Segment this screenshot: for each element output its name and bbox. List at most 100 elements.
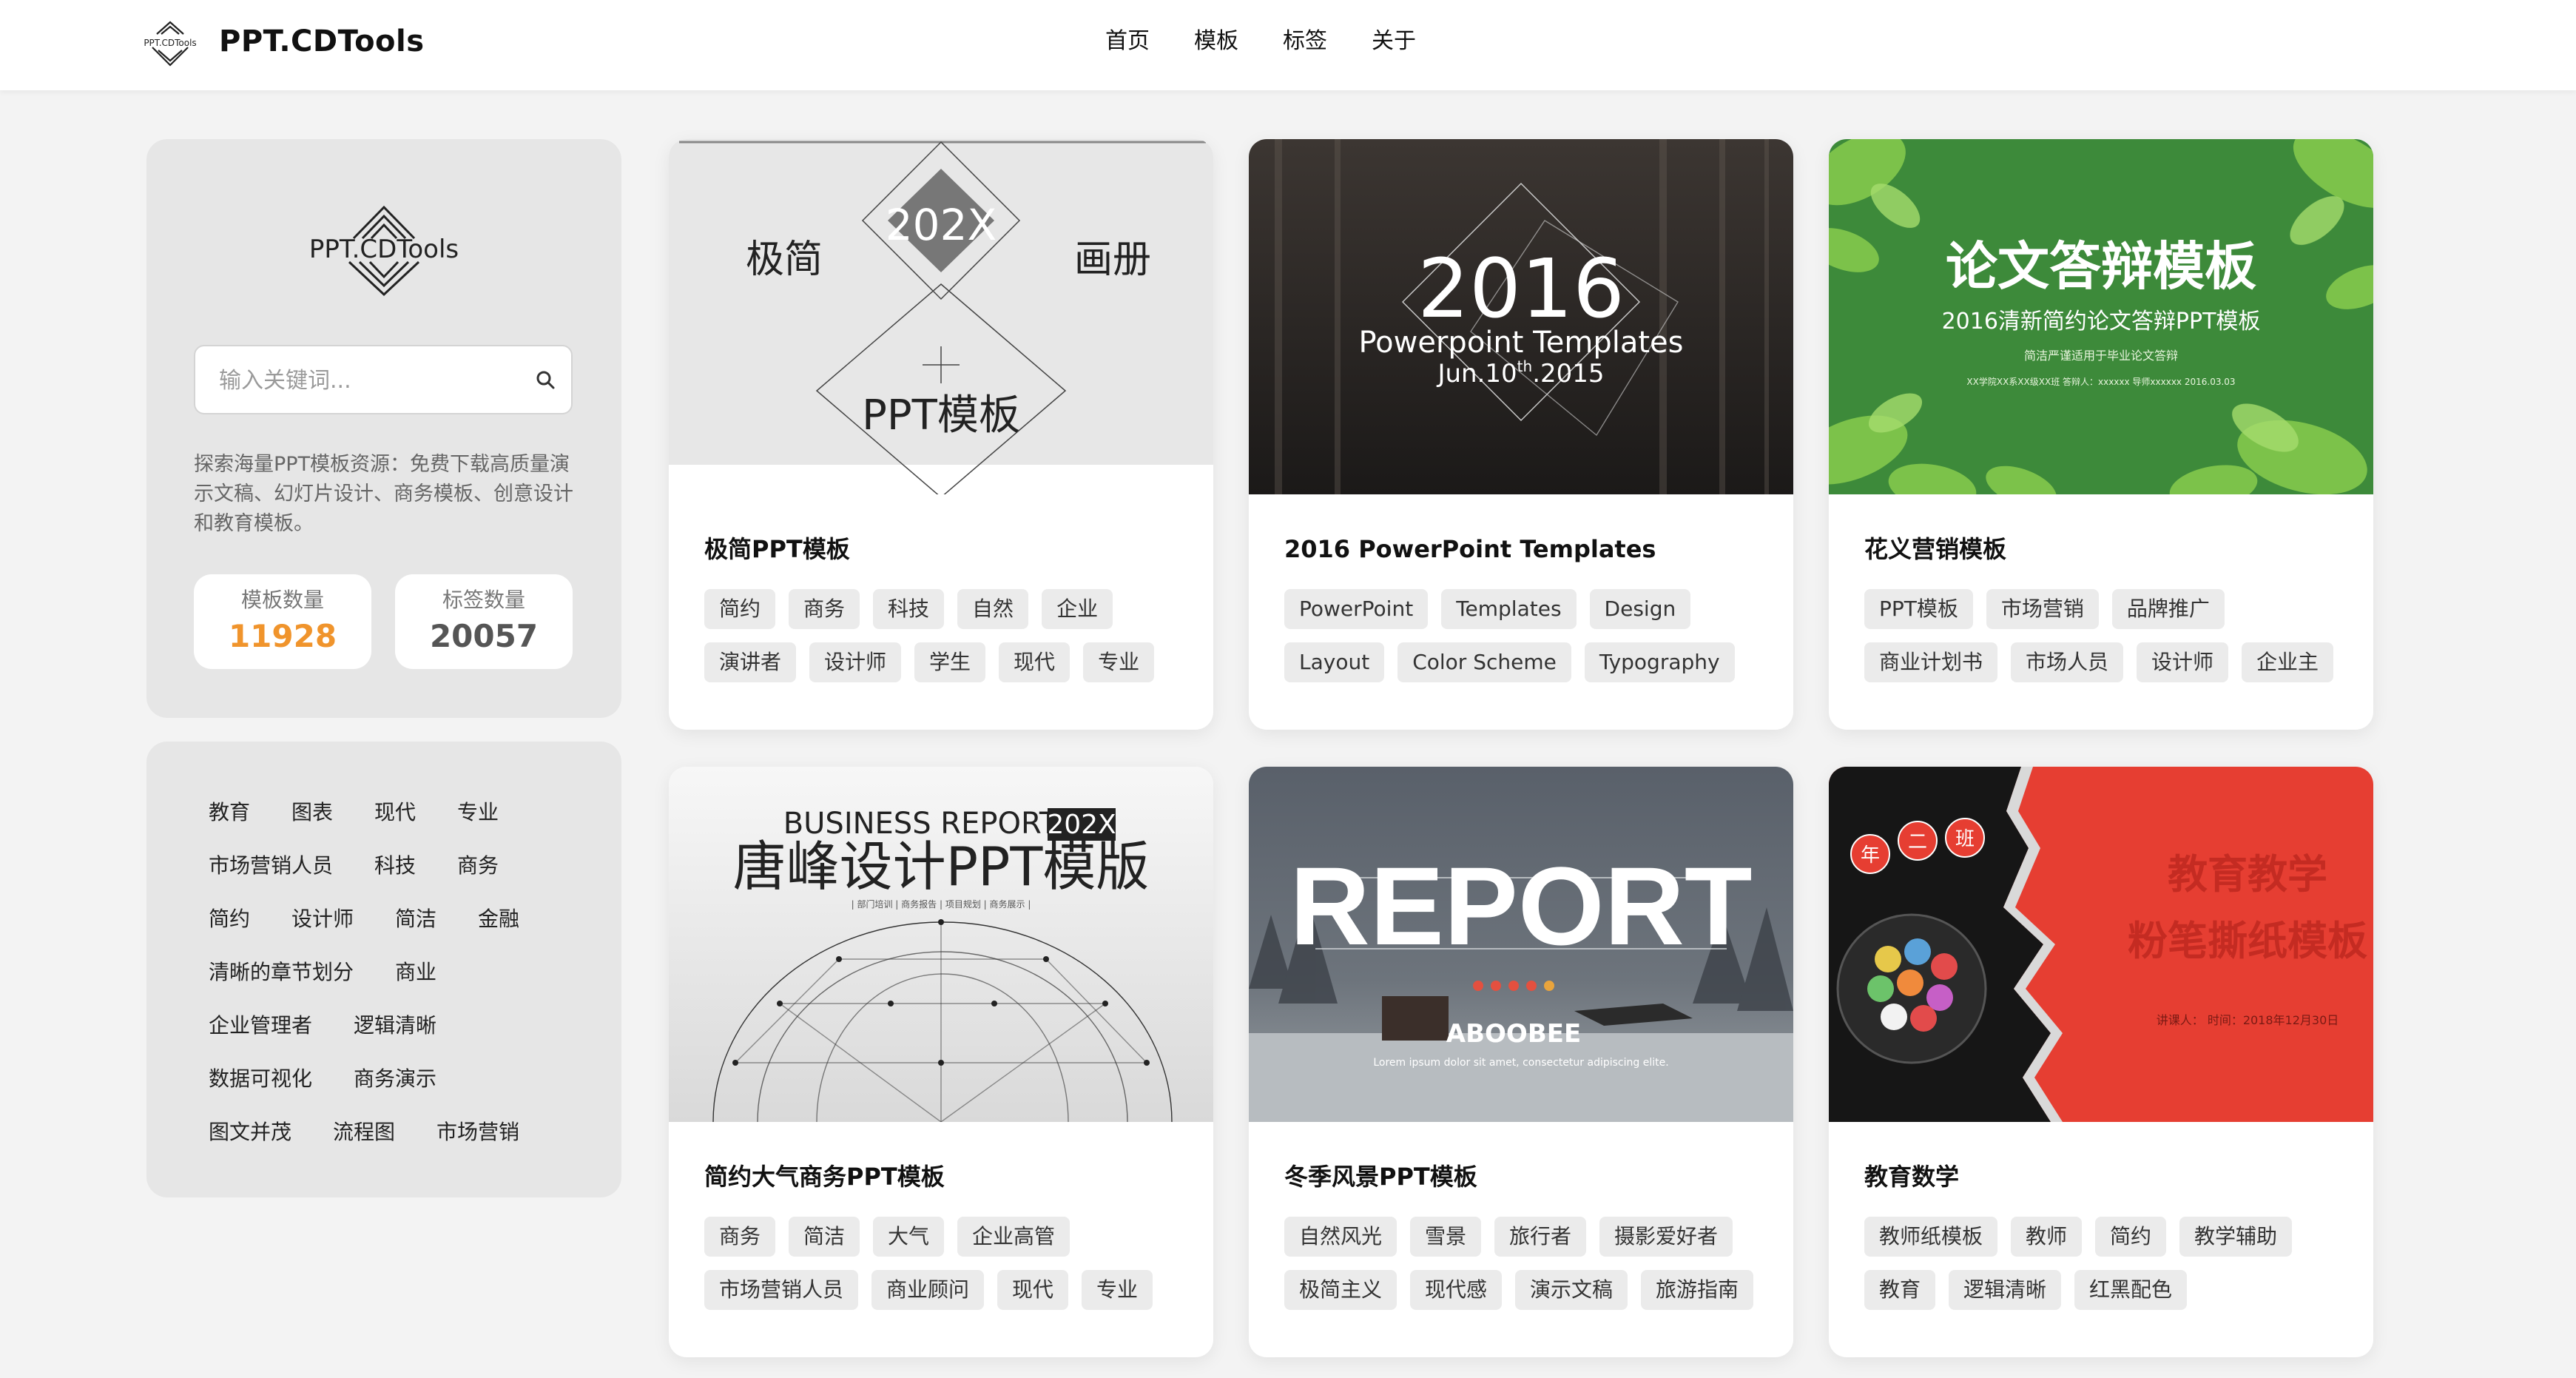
tag-pill[interactable]: 旅行者 bbox=[1494, 1217, 1587, 1257]
tag-pill[interactable]: 教学辅助 bbox=[2179, 1217, 2293, 1257]
tag-pill[interactable]: 市场人员 bbox=[2011, 642, 2124, 682]
nav-templates[interactable]: 模板 bbox=[1194, 25, 1238, 58]
tag-pill[interactable]: 摄影爱好者 bbox=[1599, 1217, 1733, 1257]
tag-pill[interactable]: 专业 bbox=[1082, 1270, 1153, 1310]
tag-link[interactable]: 企业管理者 bbox=[209, 1011, 312, 1041]
tag-pill[interactable]: 商务 bbox=[789, 589, 860, 629]
tag-pill[interactable]: 自然 bbox=[957, 589, 1029, 629]
tag-link[interactable]: 流程图 bbox=[333, 1117, 395, 1147]
template-card[interactable]: 年 二 班 教育教学 粉笔撕纸模板 讲课人： 时间：2018年12月30日 教育… bbox=[1829, 767, 2373, 1357]
tag-pill[interactable]: 逻辑清晰 bbox=[1949, 1270, 2062, 1310]
search-input[interactable] bbox=[218, 363, 531, 398]
tag-link[interactable]: 专业 bbox=[457, 798, 499, 827]
template-title[interactable]: 简约大气商务PPT模板 bbox=[704, 1160, 945, 1193]
tag-link[interactable]: 图文并茂 bbox=[209, 1117, 291, 1147]
template-card[interactable]: REPORT ABOOBEE Lorem ipsum dolor sit ame… bbox=[1249, 767, 1793, 1357]
tag-link[interactable]: 金融 bbox=[478, 904, 519, 934]
tag-link[interactable]: 数据可视化 bbox=[209, 1064, 312, 1094]
tag-row: 市场营销人员 商业顾问 现代 专业 bbox=[704, 1270, 1193, 1310]
tag-pill[interactable]: Design bbox=[1589, 589, 1691, 629]
top-header: PPT.CDTools PPT.CDTools 首页 模板 标签 关于 bbox=[0, 0, 2576, 90]
search-icon[interactable] bbox=[534, 369, 558, 392]
template-card[interactable]: 2016 Powerpoint Templates Jun.10th.2015 … bbox=[1249, 139, 1793, 730]
template-thumbnail[interactable]: 2016 Powerpoint Templates Jun.10th.2015 bbox=[1249, 139, 1793, 494]
tag-row: 商业计划书 市场人员 设计师 企业主 bbox=[1864, 642, 2353, 682]
tag-pill[interactable]: 科技 bbox=[873, 589, 945, 629]
tag-pill[interactable]: 旅游指南 bbox=[1641, 1270, 1754, 1310]
tag-pill[interactable]: 演示文稿 bbox=[1515, 1270, 1628, 1310]
template-title[interactable]: 花义营销模板 bbox=[1864, 533, 2006, 565]
template-thumbnail[interactable]: REPORT ABOOBEE Lorem ipsum dolor sit ame… bbox=[1249, 767, 1793, 1122]
tag-pill[interactable]: 自然风光 bbox=[1284, 1217, 1397, 1257]
tag-pill[interactable]: Color Scheme bbox=[1397, 642, 1571, 682]
tag-pill[interactable]: PPT模板 bbox=[1864, 589, 1973, 629]
tag-pill[interactable]: 设计师 bbox=[809, 642, 902, 682]
tag-link[interactable]: 商务演示 bbox=[354, 1064, 436, 1094]
sidebar-info-card: PPT.CDTools 探索海量PPT模板资源：免费下载高质量演示文稿、幻灯片设… bbox=[146, 139, 621, 718]
tag-pill[interactable]: Layout bbox=[1284, 642, 1385, 682]
template-tags: PowerPoint Templates Design Layout Color Sch… bbox=[1284, 589, 1773, 696]
tag-pill[interactable]: 品牌推广 bbox=[2111, 589, 2225, 629]
nav-about[interactable]: 关于 bbox=[1372, 25, 1416, 58]
tag-pill[interactable]: 市场营销 bbox=[1986, 589, 2099, 629]
template-thumbnail[interactable]: BUSINESS REPORT 202X 唐峰设计PPT模版 | 部门培训 | … bbox=[669, 767, 1213, 1122]
tag-pill[interactable]: 商业计划书 bbox=[1864, 642, 1998, 682]
tag-pill[interactable]: 红黑配色 bbox=[2074, 1270, 2188, 1310]
tag-pill[interactable]: 教育 bbox=[1864, 1270, 1936, 1310]
template-title[interactable]: 2016 PowerPoint Templates bbox=[1284, 533, 1656, 565]
site-brand[interactable]: PPT.CDTools bbox=[219, 22, 425, 61]
tag-link[interactable]: 市场营销 bbox=[436, 1117, 519, 1147]
tag-pill[interactable]: 商务 bbox=[704, 1217, 776, 1257]
tag-pill[interactable]: 教师纸模板 bbox=[1864, 1217, 1998, 1257]
tag-pill[interactable]: 学生 bbox=[914, 642, 986, 682]
tag-pill[interactable]: 教师 bbox=[2011, 1217, 2083, 1257]
tag-pill[interactable]: 演讲者 bbox=[704, 642, 797, 682]
tag-pill[interactable]: Templates bbox=[1441, 589, 1577, 629]
tag-pill[interactable]: Typography bbox=[1584, 642, 1735, 682]
tag-link[interactable]: 商业 bbox=[395, 958, 436, 987]
site-logo-icon[interactable]: PPT.CDTools bbox=[139, 18, 201, 74]
tag-pill[interactable]: 设计师 bbox=[2137, 642, 2229, 682]
tag-link[interactable]: 简洁 bbox=[395, 904, 436, 934]
tag-pill[interactable]: 简洁 bbox=[789, 1217, 860, 1257]
tag-pill[interactable]: 简约 bbox=[704, 589, 776, 629]
tag-row: 简约 商务 科技 自然 企业 bbox=[704, 589, 1193, 629]
tag-pill[interactable]: 企业高管 bbox=[957, 1217, 1070, 1257]
tag-link[interactable]: 市场营销人员 bbox=[209, 851, 333, 881]
tag-link[interactable]: 逻辑清晰 bbox=[354, 1011, 436, 1041]
tag-pill[interactable]: 简约 bbox=[2095, 1217, 2167, 1257]
tag-pill[interactable]: 企业 bbox=[1042, 589, 1113, 629]
nav-tags[interactable]: 标签 bbox=[1283, 25, 1327, 58]
nav-home[interactable]: 首页 bbox=[1105, 25, 1150, 58]
tag-link[interactable]: 现代 bbox=[374, 798, 416, 827]
template-thumbnail[interactable]: 论文答辩模板 2016清新简约论文答辩PPT模板 简洁严谨适用于毕业论文答辩 X… bbox=[1829, 139, 2373, 494]
tag-pill[interactable]: 大气 bbox=[873, 1217, 945, 1257]
tag-pill[interactable]: 现代感 bbox=[1410, 1270, 1503, 1310]
tag-link[interactable]: 商务 bbox=[457, 851, 499, 881]
tag-link[interactable]: 教育 bbox=[209, 798, 250, 827]
tag-pill[interactable]: 现代 bbox=[997, 1270, 1069, 1310]
tag-pill[interactable]: 专业 bbox=[1083, 642, 1155, 682]
tag-pill[interactable]: 极简主义 bbox=[1284, 1270, 1397, 1310]
tag-pill[interactable]: PowerPoint bbox=[1284, 589, 1429, 629]
tag-pill[interactable]: 现代 bbox=[999, 642, 1070, 682]
tag-pill[interactable]: 企业主 bbox=[2242, 642, 2334, 682]
template-title[interactable]: 冬季风景PPT模板 bbox=[1284, 1160, 1477, 1193]
svg-text:PPT模板: PPT模板 bbox=[862, 391, 1020, 440]
template-thumbnail[interactable]: 202X 极简 画册 PPT模板 bbox=[669, 139, 1213, 494]
tag-link[interactable]: 设计师 bbox=[291, 904, 354, 934]
template-thumbnail[interactable]: 年 二 班 教育教学 粉笔撕纸模板 讲课人： 时间：2018年12月30日 bbox=[1829, 767, 2373, 1122]
tag-pill[interactable]: 雪景 bbox=[1410, 1217, 1482, 1257]
template-title[interactable]: 教育数学 bbox=[1864, 1160, 1959, 1193]
tag-pill[interactable]: 市场营销人员 bbox=[704, 1270, 859, 1310]
template-card[interactable]: 202X 极简 画册 PPT模板 极简PPT模板 简约 商务 科技 自然 企业 演讲者 设计… bbox=[669, 139, 1213, 730]
tag-pill[interactable]: 商业顾问 bbox=[871, 1270, 985, 1310]
tag-link[interactable]: 清晰的章节划分 bbox=[209, 958, 354, 987]
template-card[interactable]: 论文答辩模板 2016清新简约论文答辩PPT模板 简洁严谨适用于毕业论文答辩 X… bbox=[1829, 139, 2373, 730]
svg-text:简洁严谨适用于毕业论文答辩: 简洁严谨适用于毕业论文答辩 bbox=[2024, 349, 2178, 363]
tag-link[interactable]: 科技 bbox=[374, 851, 416, 881]
template-card[interactable]: BUSINESS REPORT 202X 唐峰设计PPT模版 | 部门培训 | … bbox=[669, 767, 1213, 1357]
tag-link[interactable]: 图表 bbox=[291, 798, 333, 827]
template-title[interactable]: 极简PPT模板 bbox=[704, 533, 850, 565]
tag-link[interactable]: 简约 bbox=[209, 904, 250, 934]
